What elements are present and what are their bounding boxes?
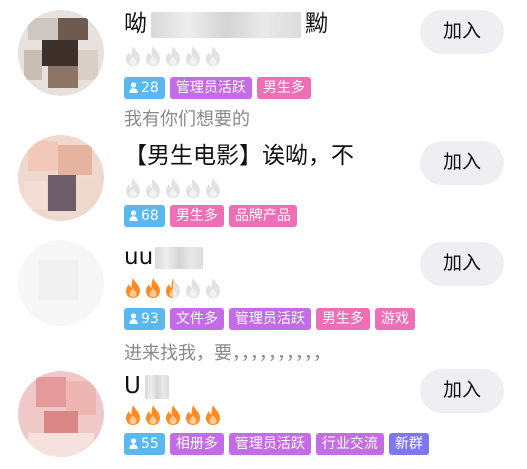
- flame-icon: [186, 405, 200, 425]
- member-count-badge: 55: [124, 433, 165, 455]
- person-icon: [129, 313, 138, 324]
- group-avatar[interactable]: [18, 135, 104, 221]
- flame-icon: [166, 405, 180, 425]
- flame-icon: [126, 278, 140, 298]
- flame-icon: [146, 278, 160, 298]
- blurred-name: [155, 246, 204, 269]
- blurred-name: [151, 11, 301, 38]
- join-button[interactable]: 加入: [420, 369, 504, 413]
- flame-icon: [126, 178, 140, 198]
- flame-icon: [146, 46, 160, 66]
- tag-row: 28 管理员活跃 男生多: [124, 77, 311, 99]
- flame-icon: [206, 46, 220, 66]
- member-count: 68: [141, 208, 159, 224]
- member-count-badge: 93: [124, 308, 165, 330]
- flame-icon: [206, 178, 220, 198]
- group-name-prefix: U: [124, 373, 141, 399]
- flame-icon: [186, 178, 200, 198]
- flame-icon: [166, 46, 180, 66]
- group-name: 呦黝: [124, 9, 328, 39]
- blurred-name: [144, 374, 169, 399]
- group-tag: 管理员活跃: [228, 433, 311, 455]
- heat-rating: [124, 177, 222, 201]
- flame-icon: [146, 405, 160, 425]
- member-count-badge: 68: [124, 205, 165, 227]
- join-button[interactable]: 加入: [420, 141, 504, 185]
- group-avatar[interactable]: [18, 240, 104, 326]
- member-count: 28: [141, 80, 159, 96]
- member-count: 55: [141, 436, 159, 452]
- group-tag: 行业交流: [315, 433, 384, 455]
- group-avatar[interactable]: [18, 371, 104, 457]
- group-tag: 游戏: [374, 308, 415, 330]
- heat-rating: [124, 404, 222, 428]
- flame-icon: [186, 278, 200, 298]
- group-description: 进来找我，要，，，，，，，，，，: [124, 343, 331, 364]
- flame-icon: [126, 405, 140, 425]
- heat-rating: [124, 45, 222, 69]
- group-tag: 文件多: [169, 308, 224, 330]
- flame-icon: [206, 278, 220, 298]
- group-name: 【男生电影】诶呦，不: [124, 143, 354, 169]
- heat-rating: [124, 277, 222, 301]
- group-name-suffix: 黝: [305, 11, 328, 37]
- group-tag: 相册多: [169, 433, 224, 455]
- flame-icon: [166, 278, 180, 298]
- group-tag: 男生多: [169, 205, 224, 227]
- group-name-prefix: 呦: [124, 11, 147, 37]
- flame-icon: [146, 178, 160, 198]
- join-button[interactable]: 加入: [420, 242, 504, 286]
- member-count: 93: [141, 311, 159, 327]
- group-item[interactable]: 呦黝 28 管理员活跃 男生多 我有你们想要的 加入: [0, 0, 527, 130]
- group-name: U: [124, 371, 173, 401]
- group-tag: 品牌产品: [228, 205, 297, 227]
- group-tag: 管理员活跃: [228, 308, 311, 330]
- group-avatar[interactable]: [18, 10, 104, 96]
- group-item[interactable]: uu 93 文件多 管理员活跃 男生多 游戏 进来找我，要，，，，，，，，，， 加入: [0, 230, 527, 364]
- group-tag: 男生多: [256, 77, 311, 99]
- group-tag: 新群: [388, 433, 429, 455]
- flame-icon: [166, 178, 180, 198]
- person-icon: [129, 82, 138, 93]
- join-button[interactable]: 加入: [420, 10, 504, 54]
- group-name-prefix: uu: [124, 244, 154, 270]
- group-tag: 男生多: [315, 308, 370, 330]
- flame-icon: [126, 46, 140, 66]
- member-count-badge: 28: [124, 77, 165, 99]
- flame-icon: [206, 405, 220, 425]
- group-item[interactable]: U 55 相册多 管理员活跃 行业交流 新群 加入: [0, 363, 527, 469]
- tag-row: 55 相册多 管理员活跃 行业交流 新群: [124, 433, 429, 455]
- tag-row: 68 男生多 品牌产品: [124, 205, 297, 227]
- tag-row: 93 文件多 管理员活跃 男生多 游戏: [124, 308, 415, 330]
- flame-icon: [186, 46, 200, 66]
- group-tag: 管理员活跃: [169, 77, 252, 99]
- person-icon: [129, 438, 138, 449]
- group-name: uu: [124, 242, 207, 272]
- person-icon: [129, 210, 138, 221]
- group-item[interactable]: 【男生电影】诶呦，不 68 男生多 品牌产品 加入: [0, 125, 527, 230]
